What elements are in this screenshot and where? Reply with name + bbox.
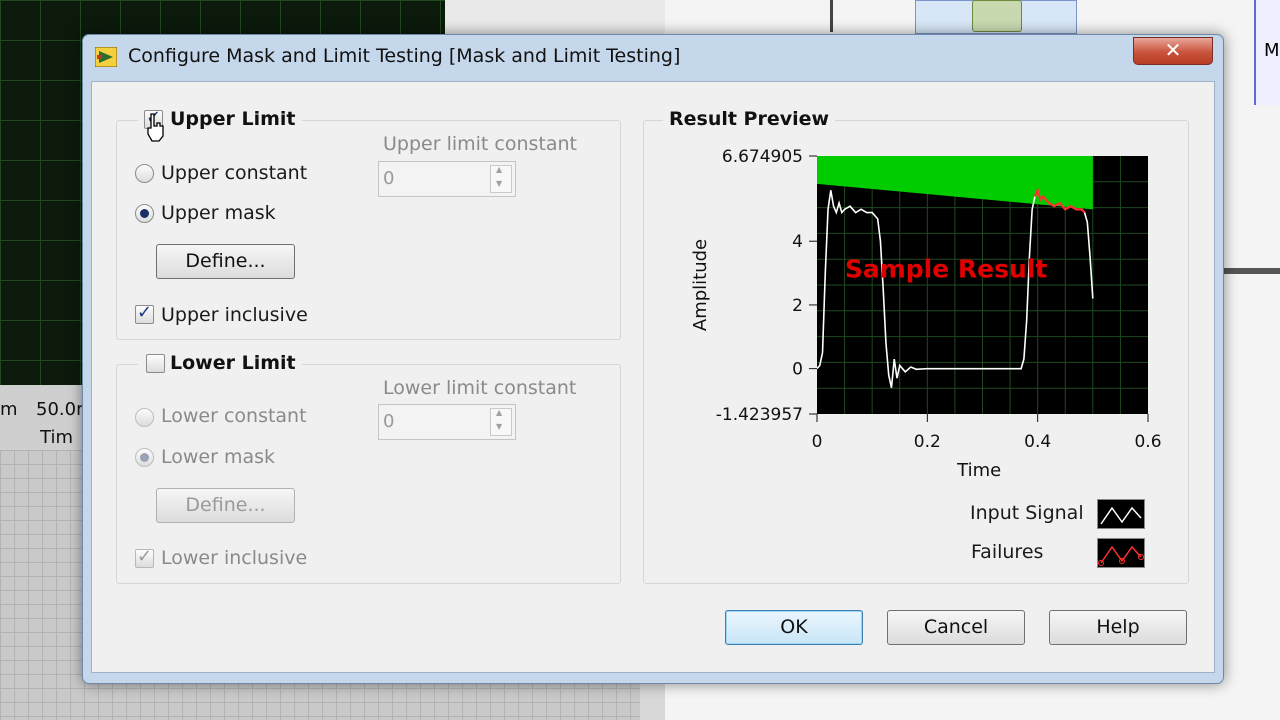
x-tick-label: 0.4	[1024, 432, 1051, 452]
background-edge-panel: M	[1254, 0, 1280, 105]
background-axis-area: m 50.0r Tim	[0, 385, 90, 450]
lower-limit-constant-field[interactable]: 0	[378, 404, 516, 440]
lower-limit-constant-label: Lower limit constant	[383, 377, 577, 399]
upper-mask-radio[interactable]	[135, 204, 154, 223]
upper-inclusive-checkbox[interactable]	[135, 302, 154, 324]
x-tick-label: 0	[812, 432, 823, 452]
failures-swatch-icon	[1097, 538, 1145, 568]
y-tick-label: 4	[792, 232, 803, 252]
help-button[interactable]: Help	[1049, 610, 1187, 645]
x-tick-label: 0.6	[1134, 432, 1161, 452]
upper-define-button[interactable]: Define...	[156, 244, 295, 279]
background-vi-icon	[972, 0, 1022, 32]
y-tick-label: 0	[792, 360, 803, 380]
upper-limit-title-text: Upper Limit	[170, 108, 296, 130]
result-preview-graph: Sample Result 6.674905 4 2 0 -1.423957 0 0.2 0.4…	[690, 147, 1162, 481]
input-signal-swatch-icon	[1097, 499, 1145, 529]
sample-result-overlay: Sample Result	[845, 254, 1048, 283]
upper-limit-constant-spinner[interactable]	[490, 165, 512, 193]
lower-constant-radio[interactable]	[135, 408, 154, 427]
y-tick-label: -1.423957	[716, 405, 803, 425]
upper-mask-label: Upper mask	[161, 202, 276, 224]
dialog-title: Configure Mask and Limit Testing [Mask a…	[128, 45, 681, 67]
y-tick-label: 6.674905	[722, 147, 803, 167]
dialog-titlebar[interactable]: Configure Mask and Limit Testing [Mask a…	[83, 35, 1223, 79]
lower-inclusive-checkbox[interactable]	[135, 546, 154, 568]
lower-mask-label: Lower mask	[161, 446, 276, 468]
lower-limit-title-text: Lower Limit	[170, 352, 296, 374]
labview-app-icon	[95, 47, 117, 67]
background-edge-label: M	[1264, 40, 1280, 61]
lower-mask-radio[interactable]	[135, 448, 154, 467]
x-axis-label: Time	[956, 460, 1001, 481]
lower-limit-constant-value: 0	[383, 411, 395, 432]
lower-limit-enable-checkbox[interactable]	[146, 354, 165, 373]
result-preview-title: Result Preview	[663, 108, 836, 130]
ok-button[interactable]: OK	[725, 610, 863, 645]
upper-inclusive-label: Upper inclusive	[161, 304, 308, 326]
upper-constant-radio[interactable]	[135, 164, 154, 183]
y-axis-label: Amplitude	[690, 239, 711, 331]
x-tick-label: 0.2	[914, 432, 941, 452]
close-button[interactable]: ✕	[1133, 37, 1213, 65]
background-axis-value: 50.0r	[36, 399, 84, 420]
background-axis-label: Tim	[40, 427, 73, 448]
upper-constant-label: Upper constant	[161, 162, 308, 184]
background-wire-right	[1222, 268, 1280, 274]
legend-input-signal-label: Input Signal	[970, 502, 1084, 524]
upper-limit-constant-field[interactable]: 0	[378, 161, 516, 197]
upper-limit-constant-value: 0	[383, 168, 395, 189]
y-tick-label: 2	[792, 296, 803, 316]
mouse-cursor-hand-icon	[147, 113, 164, 142]
background-wire	[830, 0, 833, 32]
lower-constant-label: Lower constant	[161, 405, 307, 427]
lower-limit-constant-spinner[interactable]	[490, 408, 512, 436]
close-icon: ✕	[1164, 38, 1182, 62]
upper-limit-constant-label: Upper limit constant	[383, 133, 577, 155]
cancel-button[interactable]: Cancel	[887, 610, 1025, 645]
lower-define-button[interactable]: Define...	[156, 488, 295, 523]
lower-inclusive-label: Lower inclusive	[161, 547, 308, 569]
legend-failures-label: Failures	[971, 541, 1044, 563]
background-axis-prefix: m	[0, 399, 18, 420]
